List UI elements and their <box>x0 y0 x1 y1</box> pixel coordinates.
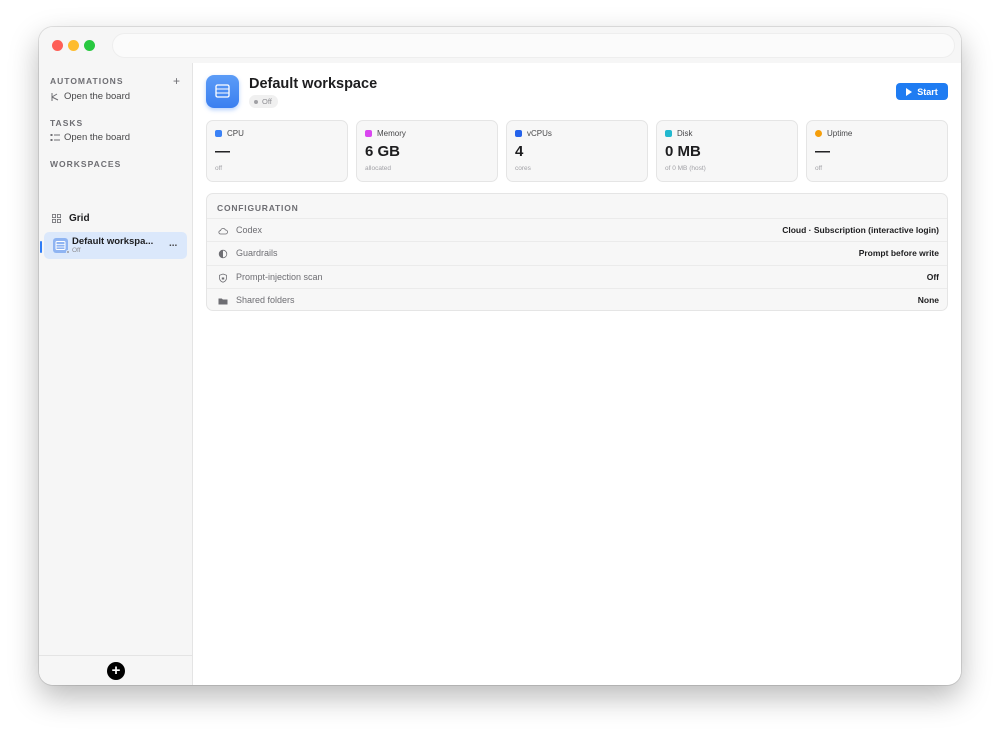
status-badge-label: Off <box>262 97 272 106</box>
metric-value: 0 MB <box>665 143 701 160</box>
start-button-label: Start <box>917 86 938 97</box>
task-list-icon <box>50 133 60 141</box>
config-label: Guardrails <box>236 248 278 258</box>
config-value: Off <box>926 272 939 282</box>
metric-label: Uptime <box>827 129 853 138</box>
tasks-open-board-link[interactable]: Open the board <box>50 132 130 143</box>
metric-subtext: of 0 MB (host) <box>665 165 706 172</box>
metric-value: — <box>815 143 830 160</box>
workspace-icon <box>53 238 70 254</box>
metric-card-memory: Memory 6 GB allocated <box>356 120 498 182</box>
metric-card-vcpus: vCPUs 4 cores <box>506 120 648 182</box>
metric-label: Disk <box>677 129 693 138</box>
metric-label: CPU <box>227 129 244 138</box>
minimize-window-button[interactable] <box>68 40 79 51</box>
metric-label: vCPUs <box>527 129 552 138</box>
shield-half-icon <box>218 249 228 259</box>
configuration-panel: CONFIGURATION Codex Cloud · Subscription… <box>206 193 948 311</box>
metric-subtext: off <box>815 165 823 172</box>
sidebar-item-grid[interactable]: Grid <box>52 213 90 224</box>
close-window-button[interactable] <box>52 40 63 51</box>
memory-icon <box>365 130 372 137</box>
metric-subtext: off <box>215 165 223 172</box>
metric-value: 6 GB <box>365 143 401 160</box>
grid-label: Grid <box>69 213 90 224</box>
main-content: Default workspace Off Start CPU — off Me… <box>194 63 961 685</box>
metric-label: Memory <box>377 129 406 138</box>
config-value: Prompt before write <box>858 248 939 258</box>
cloud-icon <box>218 228 228 235</box>
sidebar: AUTOMATIONS + Open the board TASKS Open … <box>39 63 193 685</box>
app-window: AUTOMATIONS + Open the board TASKS Open … <box>39 27 961 685</box>
config-row-guardrails[interactable]: Guardrails Prompt before write <box>207 241 947 264</box>
address-bar[interactable] <box>112 33 955 58</box>
start-button[interactable]: Start <box>896 83 948 100</box>
workspace-app-icon <box>206 75 239 108</box>
metric-card-disk: Disk 0 MB of 0 MB (host) <box>656 120 798 182</box>
add-automation-button[interactable]: + <box>173 74 180 88</box>
tasks-section-title: TASKS <box>50 118 84 128</box>
config-label: Codex <box>236 225 263 235</box>
sidebar-item-default-workspace[interactable]: Default workspa... Off ... <box>44 232 187 259</box>
metric-card-cpu: CPU — off <box>206 120 348 182</box>
config-value: None <box>917 295 939 305</box>
status-dot <box>254 99 258 104</box>
configuration-title: CONFIGURATION <box>217 203 299 213</box>
metric-value: 4 <box>515 143 524 160</box>
metric-value: — <box>215 143 230 160</box>
status-badge: Off <box>249 95 278 108</box>
automation-icon <box>51 92 59 101</box>
config-row-prompt-injection-scan[interactable]: Prompt-injection scan Off <box>207 265 947 288</box>
title-bar <box>39 27 961 63</box>
disk-icon <box>665 130 672 137</box>
maximize-window-button[interactable] <box>84 40 95 51</box>
tasks-open-board-label: Open the board <box>64 132 131 143</box>
config-label: Prompt-injection scan <box>236 272 323 282</box>
automations-open-board-link[interactable]: Open the board <box>50 91 130 102</box>
uptime-icon <box>815 130 822 137</box>
workspaces-section-title: WORKSPACES <box>50 159 122 169</box>
automations-section-title: AUTOMATIONS <box>50 76 124 86</box>
config-label: Shared folders <box>236 295 295 305</box>
metric-subtext: cores <box>515 165 531 172</box>
page-title: Default workspace <box>249 76 378 92</box>
workspace-status: Off <box>72 247 81 254</box>
grid-icon <box>52 214 61 223</box>
config-value: Cloud · Subscription (interactive login) <box>782 225 939 235</box>
folder-icon <box>218 298 228 305</box>
cpu-icon <box>215 130 222 137</box>
automations-open-board-label: Open the board <box>64 91 131 102</box>
shield-lock-icon <box>219 273 227 283</box>
workspace-status-dot <box>66 250 70 254</box>
vcpu-icon <box>515 130 522 137</box>
add-workspace-button[interactable]: + <box>107 662 125 680</box>
server-icon <box>215 84 230 98</box>
config-row-shared-folders[interactable]: Shared folders None <box>207 288 947 310</box>
play-icon <box>906 87 913 96</box>
metric-card-uptime: Uptime — off <box>806 120 948 182</box>
workspace-name: Default workspa... <box>72 236 154 247</box>
metric-subtext: allocated <box>365 165 392 172</box>
sidebar-footer: + <box>39 655 193 685</box>
active-indicator <box>40 241 42 253</box>
config-row-codex[interactable]: Codex Cloud · Subscription (interactive … <box>207 218 947 241</box>
more-options-button[interactable]: ... <box>169 238 177 249</box>
